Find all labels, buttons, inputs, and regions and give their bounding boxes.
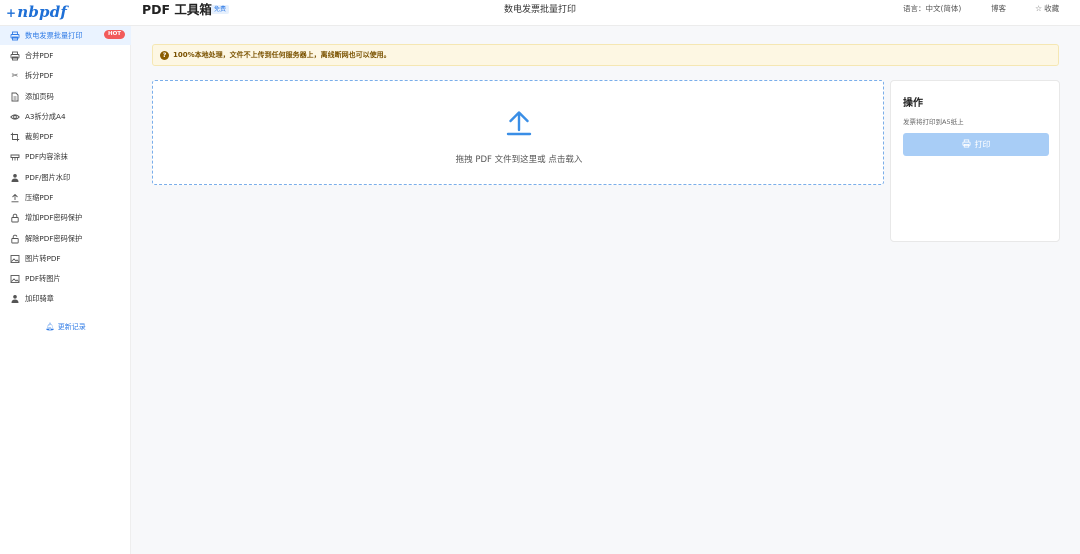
upload-icon	[506, 111, 532, 136]
image-icon	[10, 274, 20, 284]
crop-icon	[10, 132, 20, 142]
sidebar-item-seal-stamp[interactable]: 加印骑章	[0, 289, 131, 308]
sidebar-item-a3-split-a4[interactable]: A3拆分成A4	[0, 107, 131, 126]
sidebar-item-label: 增加PDF密码保护	[25, 212, 83, 222]
favorite-label: 收藏	[1044, 4, 1060, 13]
panel-description: 发票将打印到A5纸上	[903, 118, 964, 126]
sidebar-item-pdf-to-image[interactable]: PDF转图片	[0, 269, 131, 288]
printer-icon	[10, 51, 20, 61]
eye-icon	[10, 112, 20, 122]
sidebar-item-crop-pdf[interactable]: 裁剪PDF	[0, 127, 131, 146]
sidebar-item-split-pdf[interactable]: ✂ 拆分PDF	[0, 66, 131, 85]
question-icon: ?	[160, 50, 169, 60]
language-selector[interactable]: 语言：中文(简体)	[903, 4, 961, 14]
lock-icon	[10, 213, 20, 223]
sidebar-item-watermark[interactable]: PDF/图片水印	[0, 168, 131, 187]
stamp-icon	[10, 294, 20, 304]
sidebar-item-label: 解除PDF密码保护	[25, 233, 83, 243]
favorite-button[interactable]: ☆ 收藏	[1035, 4, 1059, 14]
scissors-icon: ✂	[11, 71, 19, 80]
print-button[interactable]: 打印	[903, 133, 1049, 156]
bell-icon: 🔔︎	[45, 322, 55, 331]
eraser-icon	[10, 152, 20, 162]
changelog-label: 更新记录	[57, 323, 86, 331]
free-badge: 免费	[211, 5, 230, 14]
sidebar-item-add-password[interactable]: 增加PDF密码保护	[0, 208, 131, 227]
sidebar-item-label: 加印骑章	[25, 293, 54, 303]
sidebar-item-label: 图片转PDF	[25, 253, 61, 263]
sidebar-item-pdf-redact[interactable]: PDF内容涂抹	[0, 147, 131, 166]
sidebar-item-label: 数电发票批量打印	[25, 30, 83, 40]
sidebar-item-label: PDF内容涂抹	[25, 151, 68, 161]
changelog-link[interactable]: 🔔︎ 更新记录	[0, 322, 131, 332]
sidebar-item-add-page-numbers[interactable]: 添加页码	[0, 87, 131, 106]
image-icon	[10, 254, 20, 264]
notice-text: 100%本地处理，文件不上传到任何服务器上，离线断网也可以使用。	[173, 51, 391, 59]
sidebar: 数电发票批量打印 HOT 合并PDF ✂ 拆分PDF 添加页码 A3拆分成A4 …	[0, 26, 131, 554]
sidebar-item-label: PDF转图片	[25, 273, 61, 283]
sidebar-item-invoice-batch-print[interactable]: 数电发票批量打印 HOT	[0, 26, 131, 45]
star-icon: ☆	[1035, 4, 1043, 13]
unlock-icon	[10, 234, 20, 244]
blog-link[interactable]: 博客	[991, 4, 1006, 14]
print-button-label: 打印	[974, 140, 991, 149]
printer-icon	[10, 31, 20, 41]
sidebar-item-label: 压缩PDF	[25, 192, 54, 202]
top-header: +nbpdf PDF 工具箱 免费 数电发票批量打印 语言：中文(简体) 博客 …	[0, 0, 1080, 26]
sidebar-item-label: A3拆分成A4	[25, 111, 66, 121]
dropzone-text: 拖拽 PDF 文件到这里或 点击载入	[455, 155, 583, 165]
sidebar-item-label: 裁剪PDF	[25, 131, 54, 141]
hot-badge: HOT	[104, 30, 126, 39]
nbpdf-logo[interactable]: +nbpdf	[6, 3, 67, 21]
sidebar-item-remove-password[interactable]: 解除PDF密码保护	[0, 229, 131, 248]
sidebar-item-label: 添加页码	[25, 91, 54, 101]
upload-icon	[10, 193, 20, 203]
sidebar-item-label: 合并PDF	[25, 50, 54, 60]
sidebar-item-label: PDF/图片水印	[25, 172, 71, 182]
sidebar-item-image-to-pdf[interactable]: 图片转PDF	[0, 249, 131, 268]
operation-panel: 操作 发票将打印到A5纸上 打印	[890, 80, 1060, 242]
printer-icon	[961, 139, 971, 150]
sidebar-item-label: 拆分PDF	[25, 70, 54, 80]
sidebar-item-merge-pdf[interactable]: 合并PDF	[0, 46, 131, 65]
stamp-icon	[10, 173, 20, 183]
sidebar-item-compress-pdf[interactable]: 压缩PDF	[0, 188, 131, 207]
pdf-dropzone[interactable]: 拖拽 PDF 文件到这里或 点击载入	[152, 80, 884, 185]
panel-title: 操作	[903, 98, 923, 109]
local-processing-notice: ? 100%本地处理，文件不上传到任何服务器上，离线断网也可以使用。	[152, 44, 1059, 66]
document-icon	[10, 92, 20, 102]
app-title: PDF 工具箱	[142, 2, 212, 17]
